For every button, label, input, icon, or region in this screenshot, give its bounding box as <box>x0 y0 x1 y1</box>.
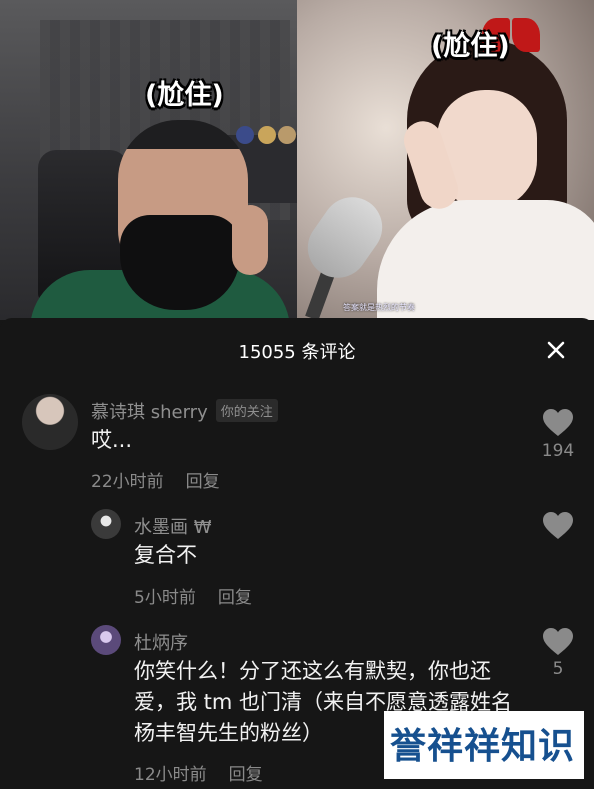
comment-time: 22小时前 <box>91 472 164 492</box>
decor-ball <box>236 126 254 144</box>
like-button[interactable] <box>542 408 574 438</box>
streamer-hand <box>232 205 268 275</box>
decor-ball <box>258 126 276 144</box>
comment-author-name: 慕诗琪 sherry <box>91 402 208 423</box>
watermark-text: 誉祥祥知识 <box>390 726 576 767</box>
decor-ball <box>278 126 296 144</box>
comment-author[interactable]: 慕诗琪 sherry 你的关注 <box>91 398 278 424</box>
comment-time: 12小时前 <box>134 765 207 785</box>
like-button[interactable] <box>542 627 574 657</box>
comment-meta: 12小时前 回复 <box>134 760 263 785</box>
heart-icon <box>543 512 573 539</box>
video-area[interactable]: (尬住) 答案就是热烈的节奏 (尬住) <box>0 0 594 320</box>
reply-button[interactable]: 回复 <box>229 765 263 785</box>
comment-time: 5小时前 <box>134 588 196 608</box>
like-count: 5 <box>552 659 564 679</box>
watermark-logo: 誉祥祥知识 <box>384 711 584 779</box>
like-count: 194 <box>541 441 575 461</box>
comment-meta: 22小时前 回复 <box>91 467 220 492</box>
comments-count-title: 15055 条评论 <box>238 342 356 363</box>
comment-author[interactable]: 杜炳序 <box>134 629 188 655</box>
close-button[interactable] <box>538 332 574 368</box>
left-streamer-view: (尬住) <box>0 0 297 320</box>
comment-text: 复合不 <box>134 543 197 567</box>
like-button[interactable] <box>542 511 574 541</box>
close-icon <box>547 341 565 359</box>
avatar[interactable] <box>91 625 121 655</box>
avatar[interactable] <box>91 509 121 539</box>
heart-icon <box>543 409 573 436</box>
avatar[interactable] <box>22 394 78 450</box>
reply-button[interactable]: 回复 <box>186 472 220 492</box>
right-streamer-view: 答案就是热烈的节奏 (尬住) <box>297 0 594 320</box>
comment-text: 哎... <box>91 428 133 452</box>
heart-icon <box>543 628 573 655</box>
comment-author[interactable]: 水墨画 ₩ <box>134 513 212 539</box>
reply-button[interactable]: 回复 <box>218 588 252 608</box>
comment-meta: 5小时前 回复 <box>134 583 252 608</box>
right-caption: (尬住) <box>431 31 510 62</box>
video-subtitle: 答案就是热烈的节奏 <box>343 303 415 312</box>
left-caption: (尬住) <box>145 80 224 111</box>
following-badge: 你的关注 <box>215 399 278 422</box>
